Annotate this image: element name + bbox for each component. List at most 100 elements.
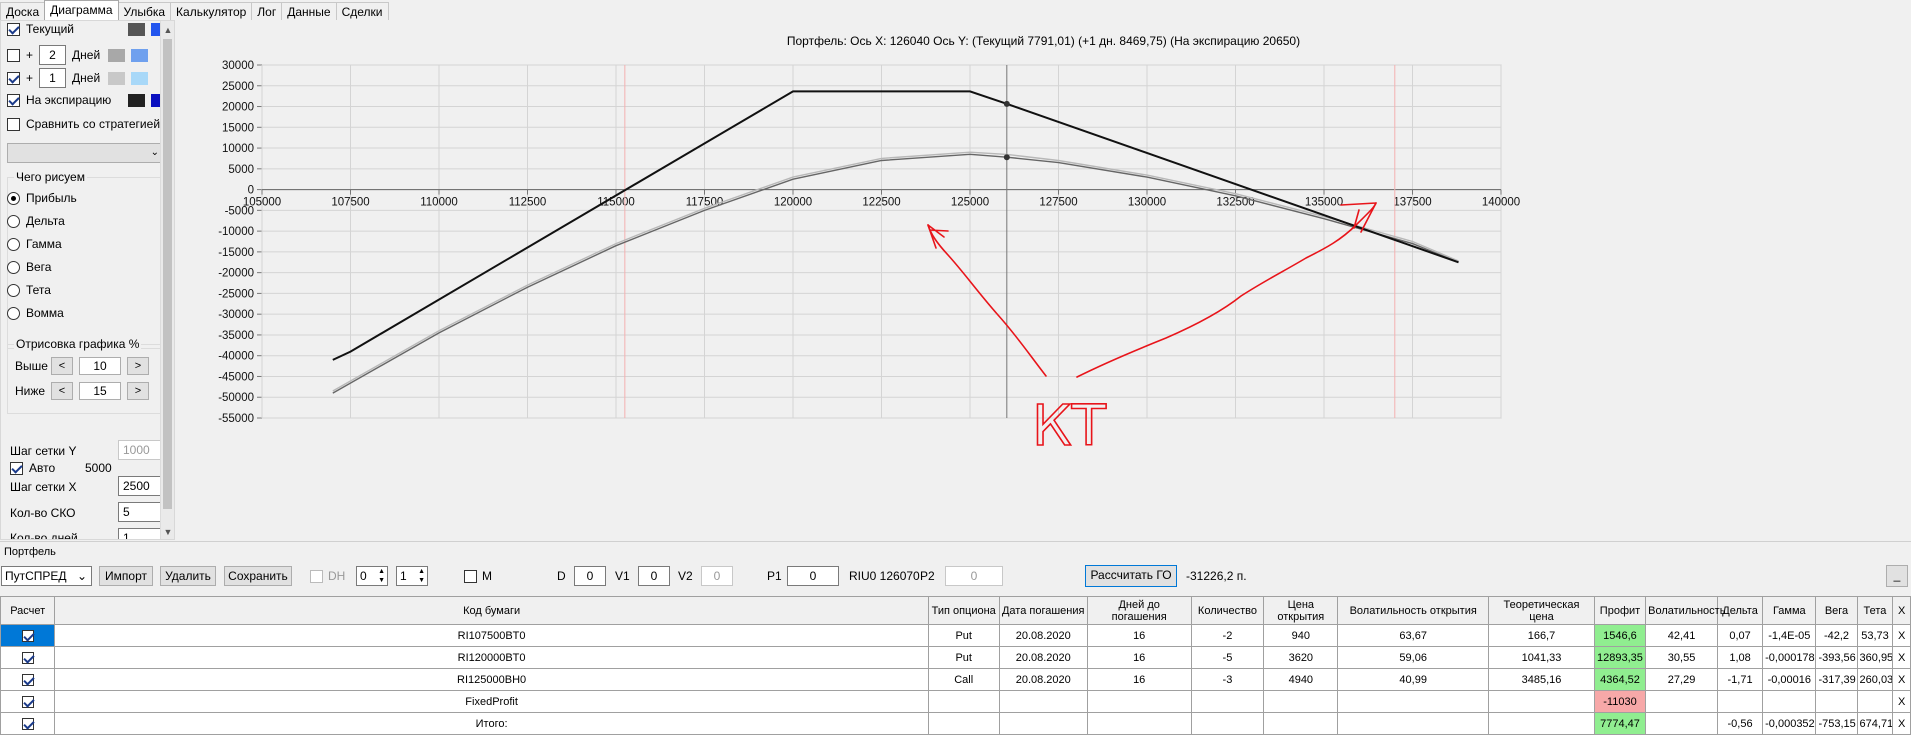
calc-checkbox[interactable] [21,629,34,642]
delete-button[interactable]: Удалить [160,566,216,586]
dh-spin-2[interactable]: 1 ▲ ▼ [396,566,428,586]
days-input-1[interactable]: 2 [39,45,67,65]
dh-checkbox[interactable] [310,570,323,583]
m-checkbox[interactable] [464,570,477,583]
radio-profit[interactable]: Прибыль [7,191,77,205]
tab-log[interactable]: Лог [251,2,283,20]
cell-calc[interactable] [0,646,56,669]
scroll-thumb[interactable] [163,39,172,509]
below-next-button[interactable]: > [127,382,149,400]
days-count-input[interactable]: 1 [118,528,164,539]
radio-theta-button[interactable] [7,283,20,297]
tab-diagram[interactable]: Диаграмма [44,0,119,20]
radio-vomma[interactable]: Вомма [7,306,64,320]
col-option-type[interactable]: Тип опциона [927,596,1000,625]
d-input[interactable]: 0 [574,566,606,586]
days-input-2[interactable]: 1 [39,68,67,88]
col-remove[interactable]: X [1892,596,1911,625]
plus-days-checkbox-1[interactable] [7,48,20,62]
col-quantity[interactable]: Количество [1190,596,1265,625]
col-code[interactable]: Код бумаги [54,596,929,625]
dh-spin-1[interactable]: 0 ▲ ▼ [356,566,388,586]
tab-calculator[interactable]: Калькулятор [170,2,253,20]
v2-input[interactable]: 0 [701,566,733,586]
p1-input[interactable]: 0 [787,566,839,586]
pnl-chart[interactable]: 300002500020000150001000050000-5000-1000… [176,20,1911,540]
cell-remove[interactable]: X [1892,690,1911,713]
col-delta[interactable]: Дельта [1716,596,1764,625]
col-open-vol[interactable]: Волатильность открытия [1337,596,1490,625]
col-vol[interactable]: Волатильность [1645,596,1725,625]
table-row[interactable]: RI107500BT0 Put 20.08.2020 16 -2 940 63,67 166,… [0,624,1911,647]
current-color-1[interactable] [128,22,145,36]
above-next-button[interactable]: > [127,357,149,375]
tab-smile[interactable]: Улыбка [117,2,172,20]
left-scrollbar[interactable]: ▲ ▼ [160,21,174,539]
radio-gamma-button[interactable] [7,237,20,251]
grid-x-input[interactable]: 2500 [118,476,164,496]
table-row[interactable]: RI125000BH0 Call 20.08.2020 16 -3 4940 40,99 34… [0,668,1911,691]
cell-remove[interactable]: X [1892,624,1911,647]
radio-gamma[interactable]: Гамма [7,237,62,251]
calc-checkbox[interactable] [21,695,34,708]
p2-input[interactable]: 0 [945,566,1003,586]
auto-checkbox[interactable] [10,461,23,475]
import-button[interactable]: Импорт [99,566,153,586]
v1-input[interactable]: 0 [638,566,670,586]
radio-profit-button[interactable] [7,191,20,205]
compare-checkbox[interactable] [7,117,20,131]
tab-board[interactable]: Доска [0,2,46,20]
radio-vega-button[interactable] [7,260,20,274]
calc-go-button[interactable]: Рассчитать ГО [1085,565,1177,587]
current-checkbox[interactable] [7,22,20,36]
days1-color-1[interactable] [108,48,126,62]
radio-delta[interactable]: Дельта [7,214,65,228]
calc-checkbox[interactable] [21,651,34,664]
col-calc[interactable]: Расчет [0,596,56,625]
save-button[interactable]: Сохранить [224,566,292,586]
col-expiry-date[interactable]: Дата погашения [998,596,1088,625]
cell-calc[interactable] [0,668,56,691]
radio-delta-button[interactable] [7,214,20,228]
col-gamma[interactable]: Гамма [1762,596,1817,625]
cell-calc[interactable] [0,624,56,647]
plus-days-checkbox-2[interactable] [7,71,20,85]
cell-calc[interactable] [0,690,56,713]
spin-arrows-icon[interactable]: ▲ ▼ [418,567,425,585]
col-open-price[interactable]: Цена открытия [1263,596,1339,625]
calc-checkbox[interactable] [21,717,34,730]
tab-deals[interactable]: Сделки [335,2,389,20]
col-vega[interactable]: Вега [1815,596,1858,625]
radio-vega[interactable]: Вега [7,260,51,274]
above-prev-button[interactable]: < [51,357,73,375]
cell-remove[interactable]: X [1892,668,1911,691]
expiry-color-1[interactable] [128,93,145,107]
spin-arrows-icon[interactable]: ▲ ▼ [378,567,385,585]
calc-checkbox[interactable] [21,673,34,686]
days2-color-2[interactable] [131,71,149,85]
tab-data[interactable]: Данные [281,2,337,20]
strategy-select[interactable]: ПутСПРЕД ⌄ [1,566,92,586]
above-value[interactable]: 10 [79,357,121,375]
cell-calc[interactable] [0,712,56,735]
days2-color-1[interactable] [108,71,126,85]
below-prev-button[interactable]: < [51,382,73,400]
sko-input[interactable]: 5 [118,502,164,522]
days1-color-2[interactable] [131,48,149,62]
cell-remove[interactable]: X [1892,712,1911,735]
table-row[interactable]: RI120000BT0 Put 20.08.2020 16 -5 3620 59,06 104… [0,646,1911,669]
cell-remove[interactable]: X [1892,646,1911,669]
minimize-button[interactable]: _ [1886,565,1908,587]
table-row[interactable]: FixedProfit -11030 X [0,690,1911,713]
below-value[interactable]: 15 [79,382,121,400]
radio-vomma-button[interactable] [7,306,20,320]
col-theta[interactable]: Тета [1856,596,1894,625]
scroll-down-icon[interactable]: ▼ [161,525,174,539]
grid-y-input[interactable]: 1000 [118,440,164,460]
col-days-to-expiry[interactable]: Дней до погашения [1086,596,1192,625]
scroll-up-icon[interactable]: ▲ [161,23,174,37]
col-theor-price[interactable]: Теоретическая цена [1488,596,1595,625]
col-profit[interactable]: Профит [1593,596,1647,625]
strategy-compare-select[interactable]: ⌄ [7,143,164,163]
splitter[interactable] [0,541,1911,545]
